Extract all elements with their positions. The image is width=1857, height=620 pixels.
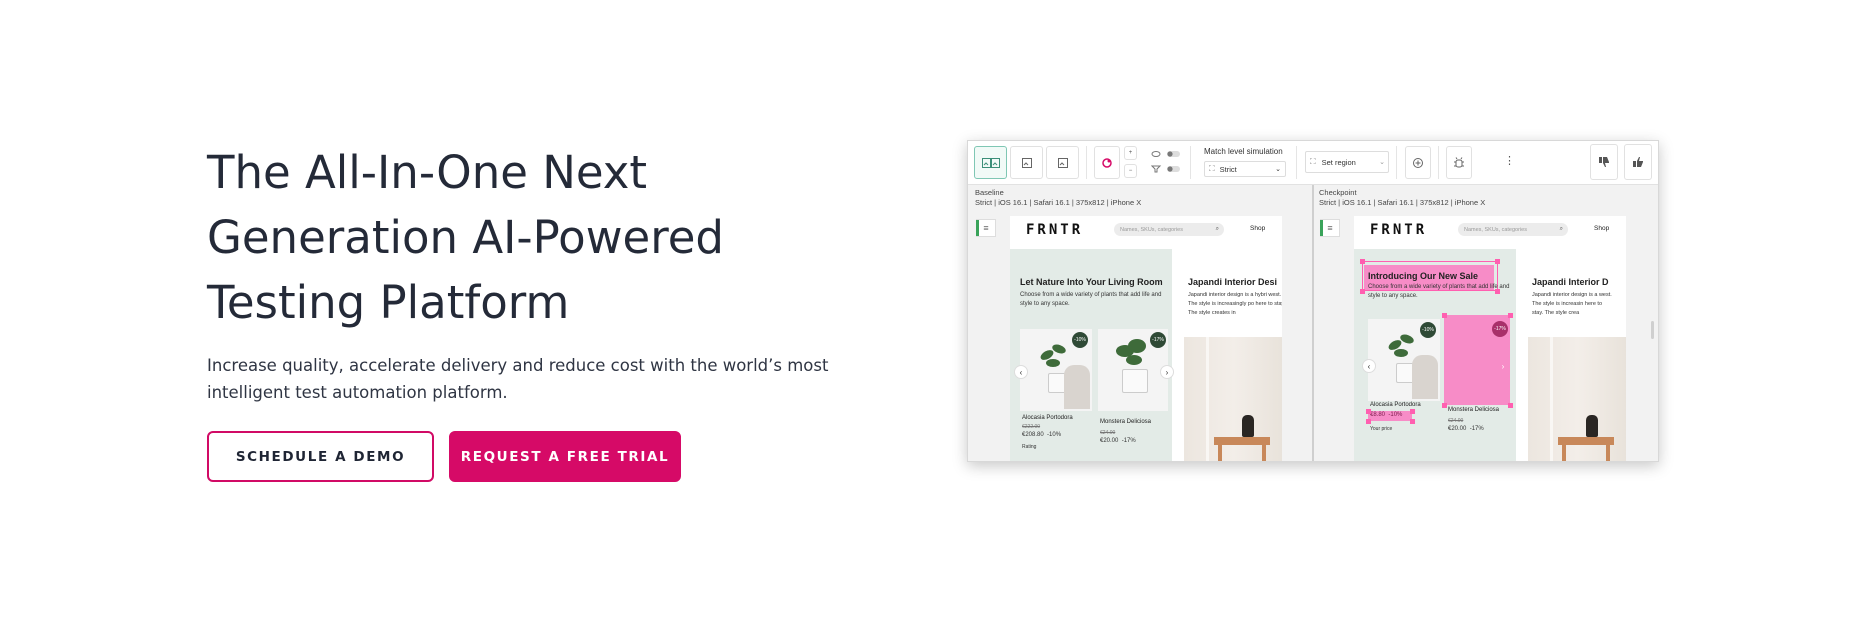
set-region-icon: ⛶ (1310, 157, 1316, 166)
checkpoint-product-name-1: Alocasia Portodora (1370, 402, 1421, 408)
hero-subhead: Increase quality, accelerate delivery an… (207, 356, 829, 402)
chevron-down-icon: ⌄ (1275, 166, 1281, 173)
baseline-hero-body: Choose from a wide variety of plants tha… (1020, 292, 1162, 307)
checkpoint-badge-2: -17% (1492, 321, 1508, 337)
baseline-badge-2: -17% (1150, 332, 1166, 348)
set-region-button[interactable]: ⛶ Set region ⌄ (1305, 151, 1389, 173)
baseline-product-old-price-1: €222.00 (1022, 424, 1041, 430)
baseline-rating: Rating (1022, 444, 1037, 450)
checkpoint-badge-1: -10% (1420, 322, 1436, 338)
baseline-badge-1: -10% (1072, 332, 1088, 348)
baseline-header: Baseline Strict | iOS 16.1 | Safari 16.1… (975, 188, 1141, 208)
carousel-prev-icon[interactable]: ‹ (1362, 359, 1376, 373)
schedule-demo-button[interactable]: SCHEDULE A DEMO (207, 431, 434, 482)
request-free-trial-button[interactable]: REQUEST A FREE TRIAL (449, 431, 681, 482)
region-icon: ⛶ (1209, 164, 1215, 173)
checkpoint-room-image (1528, 337, 1626, 461)
eye-toggle-icon (1151, 150, 1181, 160)
checkpoint-your-price: Your price (1370, 426, 1393, 432)
add-remark-icon[interactable] (1405, 146, 1431, 179)
checkpoint-screenshot: FRNTR Names, SKUs, categories ⌕ Shop Int… (1354, 216, 1626, 461)
baseline-product-name-2: Monstera Deliciosa (1100, 419, 1152, 425)
checkpoint-menu-icon[interactable]: ≡ (1320, 219, 1340, 237)
filter-toggle-icon (1150, 165, 1181, 175)
baseline-meta: Strict | iOS 16.1 | Safari 16.1 | 375x81… (975, 198, 1142, 207)
baseline-menu-icon[interactable]: ≡ (976, 219, 996, 237)
baseline-view-icon (1010, 146, 1043, 179)
match-level-value: Strict (1219, 164, 1237, 174)
cta-row: SCHEDULE A DEMO REQUEST A FREE TRIAL (207, 431, 681, 482)
match-level-select[interactable]: ⛶ Strict ⌄ (1204, 161, 1286, 177)
checkpoint-side-card: Japandi Interior D Japandi interior desi… (1520, 249, 1626, 461)
baseline-side-title: Japandi Interior Desi (1188, 277, 1278, 287)
thumbs-up-icon[interactable] (1624, 144, 1652, 180)
checkpoint-side-body: Japandi interior design is a west. The s… (1532, 292, 1612, 316)
checkpoint-shop-link: Shop (1594, 225, 1610, 232)
scrollbar[interactable] (1651, 321, 1654, 339)
baseline-product-name-1: Alocasia Portodora (1022, 415, 1073, 421)
baseline-shop-link: Shop (1250, 225, 1266, 232)
chevron-down-icon: ⌄ (1379, 159, 1385, 166)
checkpoint-logo: FRNTR (1370, 222, 1428, 238)
baseline-product-image-2: -17% (1098, 329, 1168, 411)
checkpoint-header: Checkpoint Strict | iOS 16.1 | Safari 16… (1319, 188, 1485, 208)
product-screenshot: + − Match level simulation ⛶ Strict ⌄ ⛶ … (967, 140, 1659, 462)
headline-line-3: Testing Platform (207, 276, 570, 329)
checkpoint-product-price-1: €8.80 -10% (1370, 412, 1403, 418)
checkpoint-search-placeholder: Names, SKUs, categories (1464, 226, 1527, 233)
checkpoint-view-icon (1046, 146, 1079, 179)
baseline-side-card: Japandi Interior Desi Japandi interior d… (1176, 249, 1282, 461)
baseline-screenshot: FRNTR Names, SKUs, categories ⌕ Shop Let… (1010, 216, 1282, 461)
carousel-next-icon[interactable]: › (1496, 359, 1510, 373)
diff-up-icon: + (1124, 146, 1137, 160)
page-title: The All-In-One Next Generation AI-Powere… (207, 140, 907, 335)
search-icon: ⌕ (1215, 226, 1219, 232)
checkpoint-product-price-2: €20.00 -17% (1448, 426, 1484, 432)
baseline-side-body: Japandi interior design is a hybri west.… (1188, 292, 1282, 316)
carousel-prev-icon[interactable]: ‹ (1014, 365, 1028, 379)
mock-toolbar: + − Match level simulation ⛶ Strict ⌄ ⛶ … (968, 141, 1658, 185)
set-region-label: Set region (1321, 157, 1356, 167)
baseline-product-image-1: -10% (1020, 329, 1092, 411)
checkpoint-product-image-1: -10% (1368, 319, 1440, 401)
baseline-title: Baseline (975, 188, 1004, 197)
baseline-logo: FRNTR (1026, 222, 1084, 238)
match-level-label: Match level simulation (1204, 147, 1283, 156)
baseline-product-price-1: €208.80 -10% (1022, 432, 1062, 438)
carousel-next-icon[interactable]: › (1160, 365, 1174, 379)
hero-section: The All-In-One Next Generation AI-Powere… (207, 140, 907, 406)
side-by-side-view-icon (974, 146, 1007, 179)
headline-line-2: Generation AI-Powered (207, 211, 724, 264)
highlight-diffs-icon (1094, 146, 1120, 179)
baseline-search-placeholder: Names, SKUs, categories (1120, 226, 1183, 233)
checkpoint-meta: Strict | iOS 16.1 | Safari 16.1 | 375x81… (1319, 198, 1486, 207)
checkpoint-hero-body: Choose from a wide variety of plants tha… (1368, 284, 1510, 299)
checkpoint-title: Checkpoint (1319, 188, 1357, 197)
diff-down-icon: − (1124, 164, 1137, 178)
bug-region-icon[interactable] (1446, 146, 1472, 179)
baseline-room-image (1184, 337, 1282, 461)
thumbs-down-icon[interactable] (1590, 144, 1618, 180)
checkpoint-product-old-price-2: €24.00 (1448, 418, 1464, 424)
headline-line-1: The All-In-One Next (207, 146, 648, 199)
checkpoint-search: Names, SKUs, categories ⌕ (1458, 223, 1568, 236)
checkpoint-side-title: Japandi Interior D (1532, 277, 1609, 287)
baseline-search: Names, SKUs, categories ⌕ (1114, 223, 1224, 236)
baseline-product-old-price-2: €24.00 (1100, 430, 1116, 436)
checkpoint-product-name-2: Monstera Deliciosa (1448, 407, 1500, 413)
baseline-hero-card: Let Nature Into Your Living Room Choose … (1010, 249, 1174, 461)
search-icon: ⌕ (1559, 226, 1563, 232)
checkpoint-hero-card: Introducing Our New Sale Choose from a w… (1354, 249, 1516, 461)
baseline-hero-title: Let Nature Into Your Living Room (1020, 277, 1163, 287)
more-options-icon[interactable]: ⋮ (1504, 154, 1515, 167)
baseline-product-price-2: €20.00 -17% (1100, 438, 1136, 444)
